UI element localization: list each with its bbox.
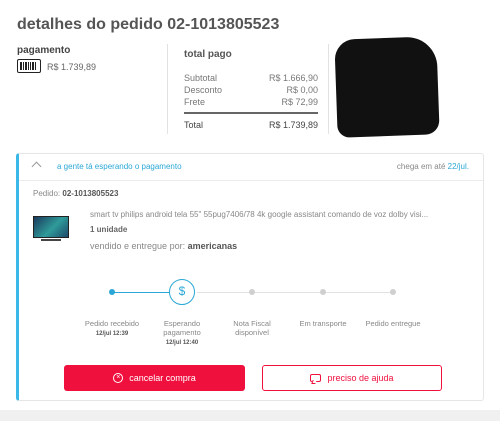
step-dot-delivered bbox=[390, 289, 396, 295]
seller-prefix: vendido e entregue por: bbox=[90, 241, 186, 251]
step-time: 12/jul 12:39 bbox=[95, 331, 129, 337]
step-dot-received bbox=[109, 289, 115, 295]
subtotal-row: Subtotal R$ 1.666,90 bbox=[184, 72, 318, 84]
order-status-text: a gente tá esperando o pagamento bbox=[57, 162, 182, 171]
cancel-purchase-button[interactable]: × cancelar compra bbox=[64, 365, 245, 391]
payment-amount: R$ 1.739,89 bbox=[47, 62, 97, 72]
page-title: detalhes do pedido 02-1013805523 bbox=[17, 16, 280, 33]
barcode-icon bbox=[17, 59, 41, 73]
total-paid-label: total pago bbox=[184, 49, 232, 60]
step-label: Em transporte bbox=[299, 319, 347, 328]
step-received: Pedido recebido 12/jul 12:39 bbox=[77, 319, 147, 339]
chevron-up-icon[interactable] bbox=[31, 161, 42, 172]
tv-stand bbox=[41, 239, 61, 241]
tv-screen bbox=[33, 216, 69, 238]
discount-label: Desconto bbox=[184, 85, 223, 95]
dollar-icon: $ bbox=[169, 279, 195, 305]
redacted-region bbox=[334, 36, 440, 138]
product-quantity: 1 unidade bbox=[90, 225, 128, 234]
order-panel: a gente tá esperando o pagamento chega e… bbox=[16, 153, 484, 401]
divider bbox=[328, 44, 329, 134]
tracker-line-pending bbox=[197, 292, 393, 293]
step-label: Pedido entregue bbox=[365, 319, 421, 328]
step-invoice-available: Nota Fiscal disponível bbox=[217, 319, 287, 337]
arrival-estimate: chega em até 22/jul. bbox=[397, 162, 469, 171]
divider bbox=[167, 44, 168, 134]
total-label: Total bbox=[184, 120, 204, 130]
total-value: R$ 1.739,89 bbox=[268, 120, 318, 130]
shipping-row: Frete R$ 72,99 bbox=[184, 96, 318, 108]
order-number: Pedido: 02-1013805523 bbox=[33, 189, 118, 198]
order-details-card: detalhes do pedido 02-1013805523 pagamen… bbox=[0, 0, 500, 410]
product-image[interactable] bbox=[33, 216, 69, 243]
product-seller: vendido e entregue por: americanas bbox=[90, 241, 237, 251]
step-label: Esperando pagamento bbox=[163, 319, 201, 337]
step-label: Pedido recebido bbox=[84, 319, 140, 328]
chat-icon bbox=[310, 374, 322, 382]
product-name[interactable]: smart tv philips android tela 55" 55pug7… bbox=[90, 210, 428, 219]
discount-row: Desconto R$ 0,00 bbox=[184, 84, 318, 96]
step-dot-invoice bbox=[249, 289, 255, 295]
step-time: 12/jul 12:40 bbox=[165, 340, 199, 346]
totals-table: Subtotal R$ 1.666,90 Desconto R$ 0,00 Fr… bbox=[184, 72, 318, 131]
total-row: Total R$ 1.739,89 bbox=[184, 119, 318, 131]
arrival-prefix: chega em até bbox=[396, 162, 446, 171]
payment-label: pagamento bbox=[17, 45, 71, 56]
arrival-date: 22/jul. bbox=[447, 162, 469, 171]
order-number-label: Pedido: bbox=[33, 189, 61, 198]
order-number-value: 02-1013805523 bbox=[62, 189, 119, 198]
need-help-label: preciso de ajuda bbox=[327, 373, 394, 383]
shipping-value: R$ 72,99 bbox=[281, 97, 318, 107]
discount-value: R$ 0,00 bbox=[286, 85, 318, 95]
cancel-circle-icon: × bbox=[113, 373, 124, 383]
step-dot-transport bbox=[320, 289, 326, 295]
subtotal-value: R$ 1.666,90 bbox=[268, 73, 318, 83]
step-delivered: Pedido entregue bbox=[358, 319, 428, 328]
order-panel-header[interactable]: a gente tá esperando o pagamento chega e… bbox=[19, 154, 483, 181]
totals-separator bbox=[184, 112, 318, 114]
need-help-button[interactable]: preciso de ajuda bbox=[262, 365, 442, 391]
step-awaiting-payment: Esperando pagamento 12/jul 12:40 bbox=[147, 319, 217, 348]
cancel-purchase-label: cancelar compra bbox=[129, 373, 196, 383]
seller-name: americanas bbox=[187, 241, 238, 251]
shipping-label: Frete bbox=[184, 97, 206, 107]
step-in-transport: Em transporte bbox=[288, 319, 358, 328]
subtotal-label: Subtotal bbox=[184, 73, 218, 83]
step-label: Nota Fiscal disponível bbox=[233, 319, 271, 337]
